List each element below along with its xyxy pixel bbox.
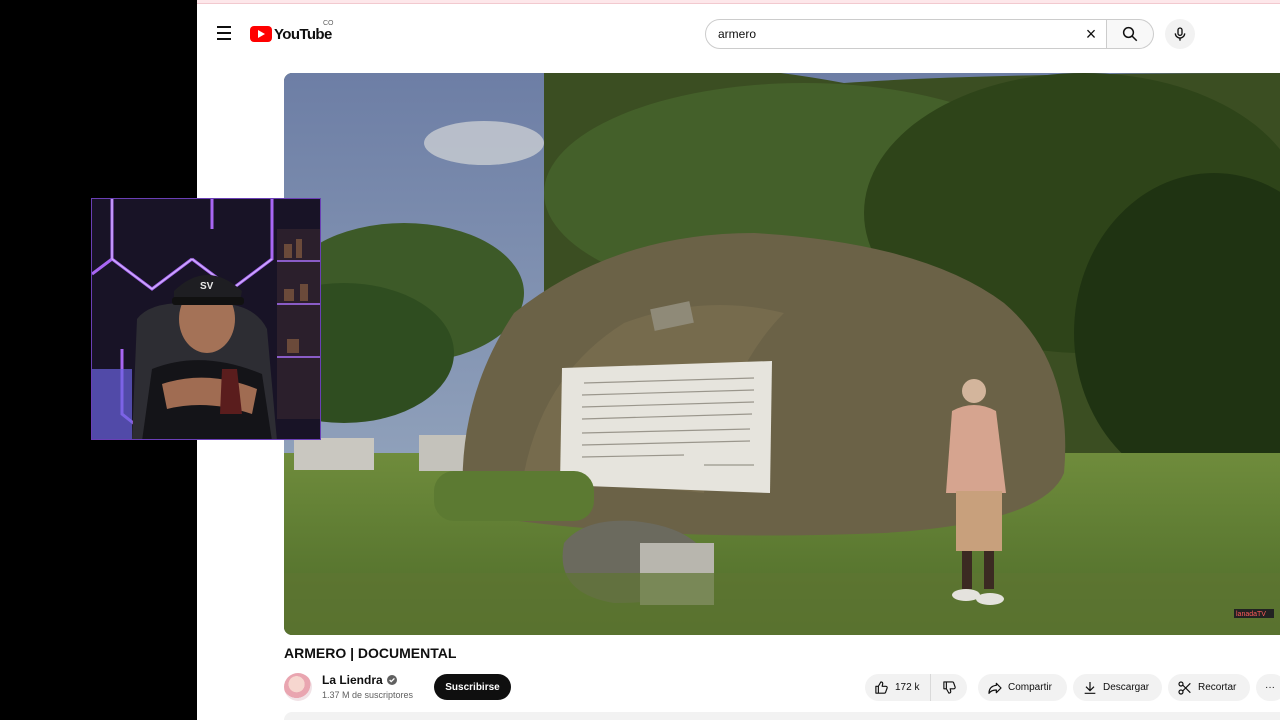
menu-icon-line [217,26,231,28]
more-actions-button[interactable]: ··· [1256,674,1280,701]
like-dislike-group: 172 k [865,674,967,701]
subscriber-count: 1.37 M de suscriptores [322,690,414,700]
more-icon: ··· [1265,682,1275,693]
screen-recording: YouTube CO × [0,0,1280,720]
youtube-page: YouTube CO × [197,0,1280,720]
logo-text: YouTube [274,25,332,43]
like-button[interactable]: 172 k [865,674,931,701]
clip-label: Recortar [1198,682,1237,693]
clip-button[interactable]: Recortar [1168,674,1250,701]
download-button[interactable]: Descargar [1073,674,1162,701]
youtube-play-icon [250,26,272,42]
channel-avatar[interactable] [284,673,312,701]
menu-icon-line [217,38,231,40]
cap-logo: SV [200,281,214,292]
search-icon [1122,26,1138,42]
country-code: CO [323,20,334,27]
masthead: YouTube CO × [197,12,1280,56]
search-button[interactable] [1107,19,1154,49]
video-watermark: lanadaTV [1236,611,1266,618]
voice-search-button[interactable] [1165,19,1195,49]
share-label: Compartir [1008,682,1052,693]
browser-bar [197,0,1280,4]
youtube-logo[interactable]: YouTube CO [250,20,334,44]
subscribe-button[interactable]: Suscribirse [434,674,511,700]
microphone-icon [1174,27,1186,41]
dislike-button[interactable] [931,674,967,701]
webcam-overlay: SV [91,198,321,440]
video-player[interactable]: lanadaTV [284,73,1280,635]
search-box[interactable]: × [705,19,1107,49]
video-frame: lanadaTV [284,73,1280,635]
like-count: 172 k [895,682,920,693]
streamer-camera-feed: SV [92,199,320,439]
thumbs-down-icon [942,681,956,694]
menu-button[interactable] [211,20,237,46]
channel-name: La Liendra [322,673,383,687]
channel-name-link[interactable]: La Liendra [322,673,397,687]
share-button[interactable]: Compartir [978,674,1067,701]
share-icon [988,682,1002,694]
clear-search-icon[interactable]: × [1082,25,1100,43]
download-label: Descargar [1103,682,1150,693]
search-input[interactable] [718,20,1078,48]
thumbs-up-icon [875,681,888,694]
download-icon [1084,681,1096,694]
verified-badge-icon [386,675,397,685]
scissors-icon [1178,680,1191,695]
browser-top-strip [197,0,1280,8]
menu-icon-line [217,32,231,34]
video-title: ARMERO | DOCUMENTAL [284,645,457,661]
description-box-edge [284,712,1280,720]
